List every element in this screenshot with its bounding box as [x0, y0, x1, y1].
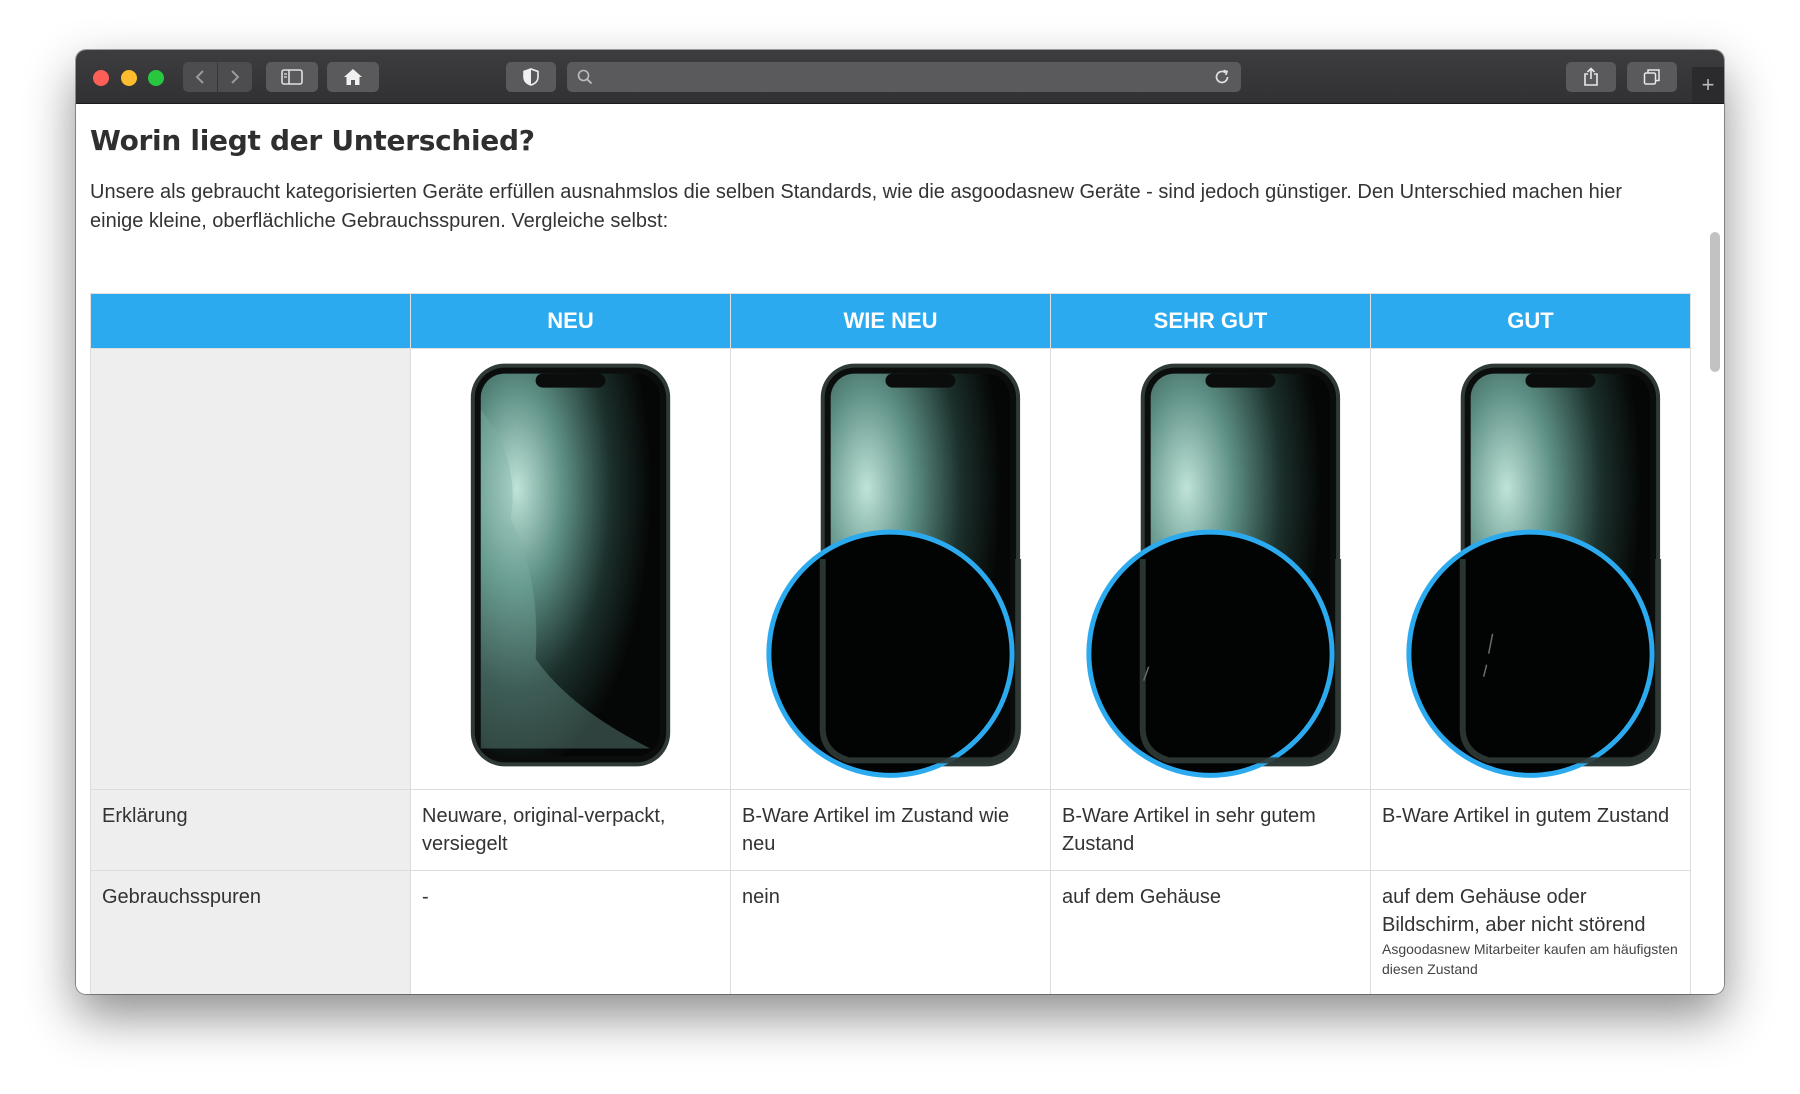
forward-button[interactable]	[218, 62, 252, 92]
table-row-gebrauchsspuren: Gebrauchsspuren - nein auf dem Gehäuse a…	[90, 870, 1691, 994]
new-tab-button[interactable]: +	[1692, 67, 1724, 103]
shield-icon	[523, 68, 539, 86]
home-icon	[344, 69, 362, 85]
table-header-row: NEU WIE NEU SEHR GUT GUT	[90, 293, 1691, 349]
tabs-icon	[1643, 69, 1660, 85]
cell-erklaerung-wie-neu: B-Ware Artikel im Zustand wie neu	[730, 789, 1051, 871]
table-row-erklaerung: Erklärung Neuware, original-verpackt, ve…	[90, 789, 1691, 871]
new-tab-icon: +	[1701, 72, 1715, 97]
header-wie-neu: WIE NEU	[730, 293, 1051, 349]
sidebar-button[interactable]	[266, 62, 318, 92]
page-scrollbar[interactable]	[1710, 232, 1720, 372]
browser-window: + Worin liegt der Unterschied? Unsere al…	[76, 50, 1724, 994]
header-sehr-gut: SEHR GUT	[1050, 293, 1371, 349]
back-icon	[195, 70, 204, 84]
gebrauchsspuren-gut-note: Asgoodasnew Mitarbeiter kaufen am häufig…	[1382, 941, 1678, 977]
close-window-button[interactable]	[93, 70, 109, 86]
phone-image-sehr-gut	[1086, 363, 1342, 778]
header-gut: GUT	[1370, 293, 1691, 349]
cell-erklaerung-sehr-gut: B-Ware Artikel in sehr gutem Zustand	[1050, 789, 1371, 871]
navigation-buttons	[183, 62, 253, 92]
page-content: Worin liegt der Unterschied? Unsere als …	[76, 104, 1724, 994]
share-icon	[1584, 67, 1598, 86]
share-button[interactable]	[1566, 62, 1616, 92]
cell-erklaerung-neu: Neuware, original-verpackt, versiegelt	[410, 789, 731, 871]
minimize-window-button[interactable]	[121, 70, 137, 86]
image-cell-neu	[410, 348, 731, 790]
phone-image-wie-neu	[766, 363, 1022, 778]
row-label-gebrauchsspuren: Gebrauchsspuren	[90, 870, 411, 994]
header-neu: NEU	[410, 293, 731, 349]
header-empty	[90, 293, 411, 349]
cell-erklaerung-gut: B-Ware Artikel in gutem Zustand	[1370, 789, 1691, 871]
image-row-label	[90, 348, 411, 790]
image-cell-wie-neu	[730, 348, 1051, 790]
phone-image-gut	[1406, 363, 1662, 778]
page-title: Worin liegt der Unterschied?	[90, 124, 535, 157]
cell-gebrauchsspuren-wie-neu: nein	[730, 870, 1051, 994]
address-bar[interactable]	[567, 62, 1241, 94]
row-label-erklaerung: Erklärung	[90, 789, 411, 871]
forward-icon	[231, 70, 240, 84]
home-button[interactable]	[327, 62, 379, 92]
sidebar-icon	[281, 69, 303, 85]
cell-gebrauchsspuren-gut: auf dem Gehäuse oder Bildschirm, aber ni…	[1370, 870, 1691, 994]
intro-text: Unsere als gebraucht kategorisierten Ger…	[90, 181, 1622, 232]
address-input[interactable]	[603, 62, 1187, 94]
cell-gebrauchsspuren-neu: -	[410, 870, 731, 994]
condition-comparison-table: NEU WIE NEU SEHR GUT GUT Erklärung Neuwa…	[90, 293, 1691, 994]
image-row	[90, 348, 1691, 790]
search-icon	[577, 69, 593, 85]
privacy-report-button[interactable]	[506, 62, 556, 92]
image-cell-gut	[1370, 348, 1691, 790]
cell-gebrauchsspuren-sehr-gut: auf dem Gehäuse	[1050, 870, 1371, 994]
back-button[interactable]	[183, 62, 217, 92]
gebrauchsspuren-gut-text: auf dem Gehäuse oder Bildschirm, aber ni…	[1382, 886, 1646, 936]
tab-overview-button[interactable]	[1627, 62, 1677, 92]
phone-image-neu	[470, 363, 671, 767]
zoom-window-button[interactable]	[148, 70, 164, 86]
reload-icon[interactable]	[1213, 68, 1231, 86]
browser-toolbar: +	[76, 50, 1724, 104]
image-cell-sehr-gut	[1050, 348, 1371, 790]
